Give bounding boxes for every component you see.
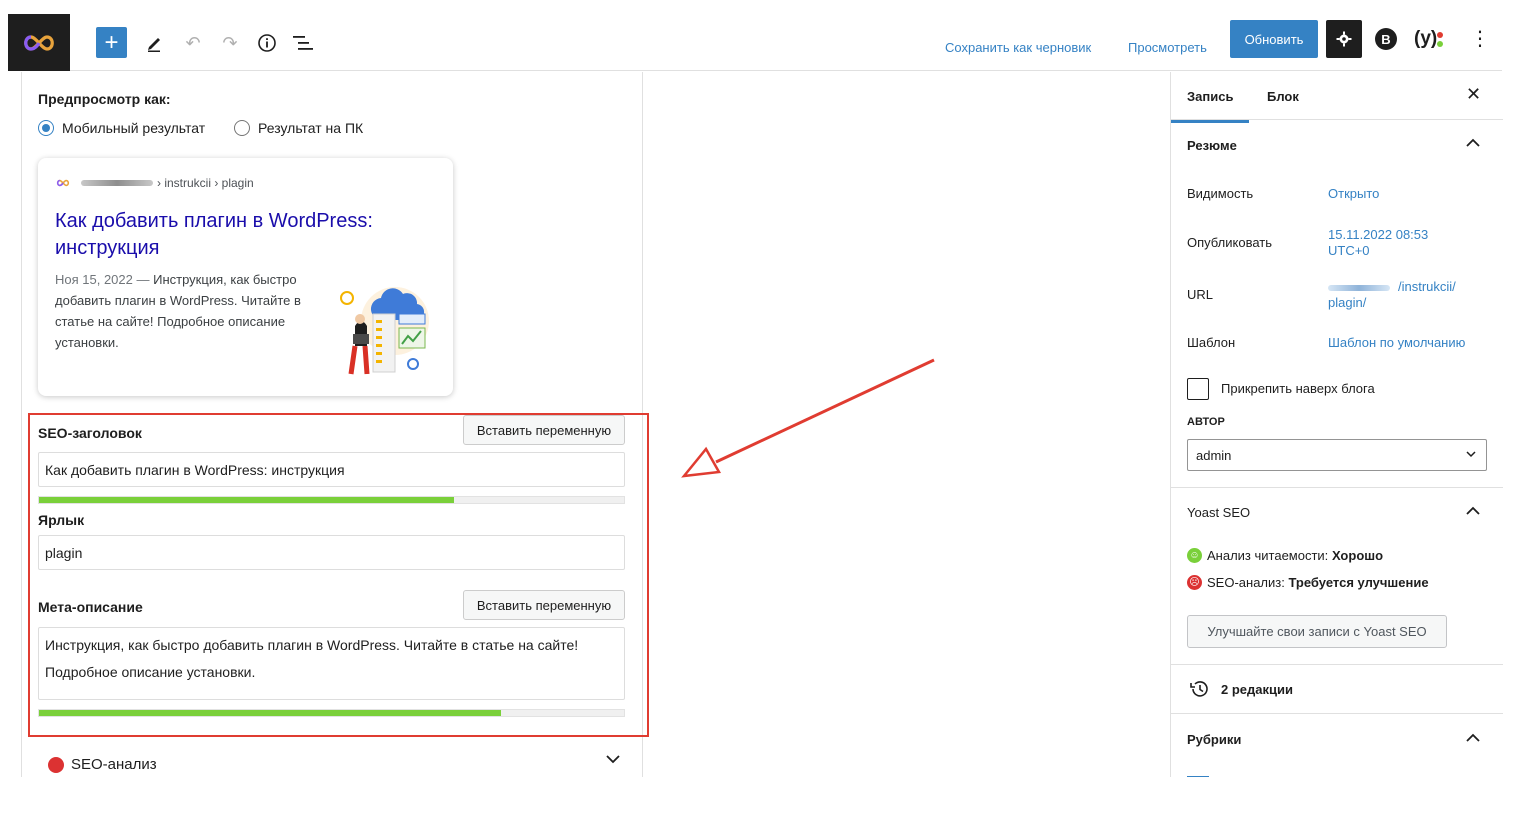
redo-icon[interactable]: ↷ <box>220 27 240 59</box>
list-view-icon[interactable] <box>292 27 314 59</box>
info-icon[interactable] <box>256 27 278 59</box>
radio-mobile-label: Мобильный результат <box>62 120 206 136</box>
publish-timezone: UTC+0 <box>1328 243 1370 258</box>
site-favicon-icon <box>56 179 70 187</box>
blurred-domain <box>81 180 153 186</box>
seo-title-input[interactable]: Как добавить плагин в WordPress: инструк… <box>38 452 625 487</box>
seo-analysis-label: SEO-анализ <box>71 756 157 773</box>
seo-status-dot <box>48 757 64 773</box>
url-value[interactable]: /instrukcii/ plagin/ <box>1328 279 1456 311</box>
tab-block[interactable]: Блок <box>1267 89 1299 104</box>
yoast-section-title: Yoast SEO <box>1187 505 1251 520</box>
update-button[interactable]: Обновить <box>1230 20 1318 58</box>
history-icon <box>1190 681 1208 697</box>
publish-label: Опубликовать <box>1187 235 1273 250</box>
seo-prefix: SEO-анализ: <box>1207 575 1285 590</box>
tab-post[interactable]: Запись <box>1170 89 1251 123</box>
serp-breadcrumb-text: › instrukcii › plagin <box>157 176 254 190</box>
pencil-icon[interactable] <box>145 27 165 59</box>
kebab-icon[interactable]: ⋮ <box>1470 26 1490 51</box>
radio-desktop[interactable]: Результат на ПК <box>234 120 363 136</box>
serp-preview-card: › instrukcii › plagin Как добавить плаги… <box>38 158 453 396</box>
serp-description: Ноя 15, 2022 — Инструкция, как быстро до… <box>55 269 320 353</box>
blurred-domain <box>1328 284 1390 291</box>
url-label: URL <box>1187 287 1214 302</box>
smiley-good-icon: ☺ <box>1187 548 1202 563</box>
plugin-badge-icon[interactable]: B <box>1375 28 1397 50</box>
yoast-icon[interactable]: (y) <box>1414 28 1437 50</box>
preview-link[interactable]: Просмотреть <box>1128 40 1207 55</box>
readability-value: Хорошо <box>1331 548 1384 563</box>
yoast-status-dots <box>1436 31 1443 54</box>
save-draft-link[interactable]: Сохранить как черновик <box>945 40 1091 55</box>
chevron-down-icon <box>1466 447 1476 461</box>
seo-title-progress <box>38 496 625 504</box>
settings-sidebar: Запись Блок ✕ Резюме Видимость Открыто О… <box>1170 72 1503 777</box>
sticky-label: Прикрепить наверх блога <box>1221 381 1375 396</box>
category-item-cut[interactable] <box>1187 770 1487 777</box>
sidebar-tabs: Запись Блок ✕ <box>1170 72 1503 123</box>
divider <box>1171 713 1503 714</box>
seo-value: Требуется улучшение <box>1288 575 1429 590</box>
chevron-up-icon[interactable] <box>1466 136 1480 151</box>
meta-description-progress <box>38 709 625 717</box>
radio-desktop-input[interactable] <box>234 120 250 136</box>
publish-date-value[interactable]: 15.11.2022 08:53 UTC+0 <box>1328 227 1428 259</box>
author-label: АВТОР <box>1187 416 1225 428</box>
revisions-text: 2 редакции <box>1221 681 1293 697</box>
editor-toolbar: + ↶ ↷ Сохранить как черновик Просмотреть… <box>8 14 1502 71</box>
url-path: /instrukcii/ <box>1398 279 1456 294</box>
site-logo-icon[interactable] <box>8 14 70 71</box>
meta-description-input[interactable]: Инструкция, как быстро добавить плагин в… <box>38 627 625 700</box>
radio-mobile-input[interactable] <box>38 120 54 136</box>
serp-date: Ноя 15, 2022 — <box>55 272 150 287</box>
slug-label: Ярлык <box>38 512 85 528</box>
gear-icon[interactable] <box>1326 20 1362 58</box>
close-icon[interactable]: ✕ <box>1466 84 1481 105</box>
categories-title: Рубрики <box>1187 732 1242 747</box>
insert-variable-button[interactable]: Вставить переменную <box>463 590 625 620</box>
template-label: Шаблон <box>1187 335 1236 350</box>
radio-mobile[interactable]: Мобильный результат <box>38 120 205 136</box>
readability-status[interactable]: ☺ Анализ читаемости: Хорошо <box>1187 548 1383 563</box>
author-select[interactable]: admin <box>1187 439 1487 471</box>
meta-description-label: Мета-описание <box>38 599 143 615</box>
preview-as-label: Предпросмотр как: <box>38 91 171 107</box>
template-value[interactable]: Шаблон по умолчанию <box>1328 335 1465 351</box>
url-slug: plagin/ <box>1328 295 1367 310</box>
yoast-improve-button[interactable]: Улучшайте свои записи с Yoast SEO <box>1187 615 1447 648</box>
seo-title-label: SEO-заголовок <box>38 425 142 441</box>
divider <box>1171 487 1503 488</box>
chevron-down-icon[interactable] <box>606 751 620 769</box>
seo-analysis-accordion[interactable]: SEO-анализ <box>22 737 642 777</box>
publish-date: 15.11.2022 08:53 <box>1328 227 1429 242</box>
add-block-button[interactable]: + <box>96 27 127 58</box>
divider <box>1171 664 1503 665</box>
sticky-checkbox[interactable] <box>1187 378 1209 400</box>
meta-description-progress-fill <box>39 710 502 716</box>
seo-title-progress-fill <box>39 497 455 503</box>
chevron-up-icon[interactable] <box>1466 504 1480 519</box>
smiley-bad-icon: ☹ <box>1187 575 1202 590</box>
serp-title[interactable]: Как добавить плагин в WordPress: инструк… <box>55 208 435 262</box>
radio-desktop-label: Результат на ПК <box>258 120 364 136</box>
author-value: admin <box>1196 447 1232 463</box>
insert-variable-button[interactable]: Вставить переменную <box>463 415 625 445</box>
undo-icon[interactable]: ↶ <box>183 27 203 59</box>
chevron-up-icon[interactable] <box>1466 731 1480 746</box>
readability-prefix: Анализ читаемости: <box>1207 548 1329 563</box>
slug-input[interactable]: plagin <box>38 535 625 570</box>
revisions-link[interactable]: 2 редакции <box>1189 680 1293 698</box>
serp-breadcrumb: › instrukcii › plagin <box>55 176 254 190</box>
visibility-label: Видимость <box>1187 186 1254 201</box>
seo-status[interactable]: ☹ SEO-анализ: Требуется улучшение <box>1187 575 1429 590</box>
visibility-value[interactable]: Открыто <box>1328 186 1379 202</box>
summary-title: Резюме <box>1187 138 1237 153</box>
serp-thumbnail-illustration <box>340 287 429 375</box>
